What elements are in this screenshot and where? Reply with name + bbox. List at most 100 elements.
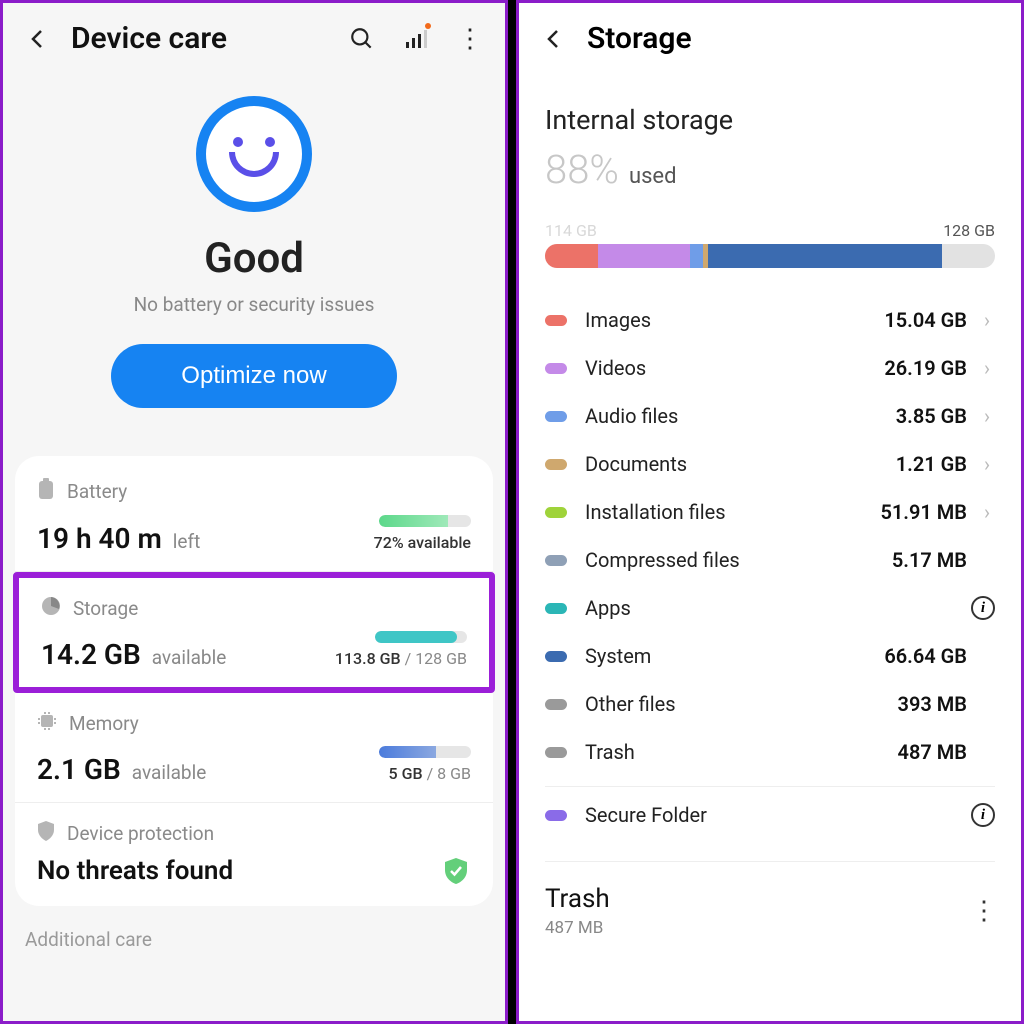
category-row[interactable]: Documents1.21 GB › xyxy=(545,440,995,488)
dot-icon xyxy=(545,507,567,518)
status-section: Good No battery or security issues Optim… xyxy=(3,66,505,408)
category-name: System xyxy=(585,644,884,668)
category-row[interactable]: Audio files3.85 GB › xyxy=(545,392,995,440)
header: Device care ⋮ xyxy=(3,3,505,66)
category-name: Installation files xyxy=(585,500,880,524)
dot-icon xyxy=(545,651,567,662)
info-icon[interactable]: i xyxy=(971,803,995,827)
notification-dot-icon xyxy=(425,23,431,29)
signal-icon[interactable] xyxy=(403,26,429,52)
trash-title: Trash xyxy=(545,884,971,914)
category-size: 1.21 GB xyxy=(896,452,967,476)
category-name: Trash xyxy=(585,740,898,764)
category-size: 15.04 GB xyxy=(884,308,967,332)
more-icon[interactable]: ⋮ xyxy=(971,896,995,926)
category-name: Apps xyxy=(585,596,971,620)
memory-row[interactable]: Memory 2.1 GB available 5 GB / 8 GB xyxy=(15,693,493,803)
category-size: 26.19 GB xyxy=(884,356,967,380)
storage-bar xyxy=(375,631,467,643)
shield-icon xyxy=(37,821,55,846)
header: Storage xyxy=(519,3,1021,74)
dot-icon xyxy=(545,810,567,821)
storage-row[interactable]: Storage 14.2 GB available 113.8 GB / 128… xyxy=(13,572,495,693)
category-row: System66.64 GB xyxy=(545,632,995,680)
category-row: Compressed files5.17 MB xyxy=(545,536,995,584)
category-name: Audio files xyxy=(585,404,896,428)
memory-bar xyxy=(379,746,471,758)
category-row: Trash487 MB xyxy=(545,728,995,776)
status-text: Good xyxy=(204,234,304,283)
category-size: 3.85 GB xyxy=(896,404,967,428)
memory-label: Memory xyxy=(69,712,139,735)
category-name: Videos xyxy=(585,356,884,380)
memory-icon xyxy=(37,711,57,736)
device-care-screen: Device care ⋮ Good No battery or securit… xyxy=(0,0,508,1024)
chevron-right-icon: › xyxy=(979,500,995,524)
storage-value: 14.2 GB available xyxy=(41,638,226,671)
status-subtext: No battery or security issues xyxy=(134,293,375,316)
shield-check-icon xyxy=(441,856,471,886)
category-name: Compressed files xyxy=(585,548,892,572)
trash-size: 487 MB xyxy=(545,918,971,938)
dot-icon xyxy=(545,555,567,566)
category-size: 5.17 MB xyxy=(892,548,967,572)
metrics-card: Battery 19 h 40 m left 72% available Sto… xyxy=(15,456,493,906)
smiley-icon xyxy=(196,96,312,212)
dot-icon xyxy=(545,411,567,422)
battery-row[interactable]: Battery 19 h 40 m left 72% available xyxy=(15,460,493,572)
more-icon[interactable]: ⋮ xyxy=(457,26,483,52)
page-title: Device care xyxy=(71,21,329,56)
chevron-right-icon: › xyxy=(979,308,995,332)
battery-label: Battery xyxy=(67,480,127,503)
category-name: Documents xyxy=(585,452,896,476)
chevron-right-icon: › xyxy=(979,356,995,380)
storage-segmented-bar xyxy=(545,244,995,268)
dot-icon xyxy=(545,747,567,758)
protection-label: Device protection xyxy=(67,822,214,845)
memory-value: 2.1 GB available xyxy=(37,753,206,786)
storage-screen: Storage Internal storage 88%used 114 GB … xyxy=(516,0,1024,1024)
info-icon[interactable]: i xyxy=(971,596,995,620)
category-row[interactable]: Appsi xyxy=(545,584,995,632)
page-title: Storage xyxy=(587,21,692,56)
dot-icon xyxy=(545,459,567,470)
additional-care-label: Additional care xyxy=(3,906,505,951)
category-row[interactable]: Images15.04 GB › xyxy=(545,296,995,344)
storage-fraction: 113.8 GB / 128 GB xyxy=(335,649,467,668)
dot-icon xyxy=(545,363,567,374)
category-size: 51.91 MB xyxy=(880,500,967,524)
category-row[interactable]: Videos26.19 GB › xyxy=(545,344,995,392)
optimize-button[interactable]: Optimize now xyxy=(111,344,396,408)
category-size: 393 MB xyxy=(898,692,967,716)
dot-icon xyxy=(545,315,567,326)
trash-section[interactable]: Trash 487 MB ⋮ xyxy=(545,861,995,938)
category-size: 487 MB xyxy=(898,740,967,764)
internal-storage-title: Internal storage xyxy=(545,104,995,136)
category-name: Images xyxy=(585,308,884,332)
chevron-right-icon: › xyxy=(979,452,995,476)
back-icon[interactable] xyxy=(25,26,51,52)
category-list: Images15.04 GB›Videos26.19 GB›Audio file… xyxy=(545,296,995,776)
secure-folder-row[interactable]: Secure Folder i xyxy=(545,786,995,839)
search-icon[interactable] xyxy=(349,26,375,52)
battery-percent: 72% available xyxy=(374,533,471,552)
back-icon[interactable] xyxy=(541,26,567,52)
category-row[interactable]: Installation files51.91 MB › xyxy=(545,488,995,536)
battery-value: 19 h 40 m left xyxy=(37,522,200,555)
bar-range-labels: 114 GB 128 GB xyxy=(545,221,995,240)
dot-icon xyxy=(545,603,567,614)
dot-icon xyxy=(545,699,567,710)
category-name: Other files xyxy=(585,692,898,716)
protection-value: No threats found xyxy=(37,856,233,886)
chevron-right-icon: › xyxy=(979,404,995,428)
category-name: Secure Folder xyxy=(585,803,971,827)
storage-icon xyxy=(41,596,61,621)
percent-used: 88%used xyxy=(545,146,995,193)
memory-fraction: 5 GB / 8 GB xyxy=(379,764,471,783)
battery-bar xyxy=(379,515,471,527)
category-size: 66.64 GB xyxy=(884,644,967,668)
storage-label: Storage xyxy=(73,597,138,620)
category-row: Other files393 MB xyxy=(545,680,995,728)
protection-row[interactable]: Device protection No threats found xyxy=(15,803,493,902)
battery-icon xyxy=(37,478,55,505)
